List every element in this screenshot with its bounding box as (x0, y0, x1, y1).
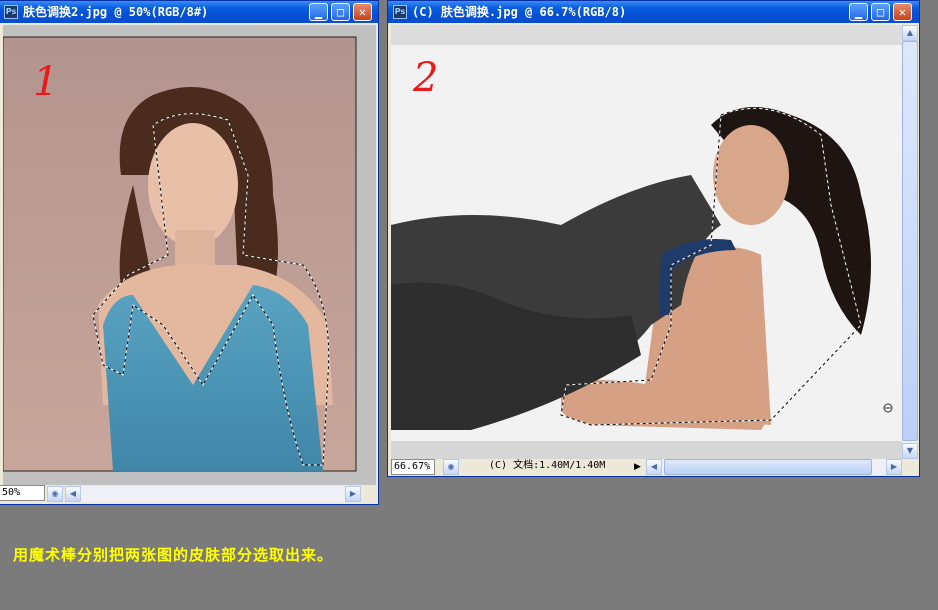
canvas-area-1[interactable]: 1 (3, 25, 376, 485)
maximize-button[interactable]: □ (871, 3, 890, 21)
scroll-left-icon[interactable]: ◀ (65, 486, 81, 502)
photoshop-icon: Ps (393, 5, 407, 19)
photo-1 (3, 36, 357, 472)
document-window-2[interactable]: Ps (C) 肤色调换.jpg @ 66.7%(RGB/8) ▁ □ ✕ 2 ▲… (387, 0, 920, 477)
document-window-1[interactable]: Ps 肤色调换2.jpg @ 50%(RGB/8#) ▁ □ ✕ 1 50% ◉… (0, 0, 379, 505)
status-menu-arrow-icon[interactable]: ▶ (634, 459, 641, 475)
marker-2: 2 (413, 55, 439, 101)
maximize-button[interactable]: □ (331, 3, 350, 21)
status-menu-icon[interactable]: ◉ (47, 486, 63, 502)
window-2-title: (C) 肤色调换.jpg @ 66.7%(RGB/8) (412, 5, 627, 19)
status-bar-2: 66.67% ◉ (C) 文档:1.40M/1.40M ▶ ◀ ▶ (388, 459, 919, 476)
scroll-left-icon[interactable]: ◀ (646, 459, 662, 475)
window-2-titlebar[interactable]: Ps (C) 肤色调换.jpg @ 66.7%(RGB/8) ▁ □ ✕ (388, 1, 919, 23)
scroll-right-icon[interactable]: ▶ (886, 459, 902, 475)
window-1-title: 肤色调换2.jpg @ 50%(RGB/8#) (23, 5, 209, 19)
status-menu-icon[interactable]: ◉ (443, 459, 459, 475)
document-info: (C) 文档:1.40M/1.40M (461, 459, 637, 475)
canvas-area-2[interactable]: 2 (391, 25, 902, 459)
zoom-field-2[interactable]: 66.67% (391, 459, 435, 475)
status-bar-1: 50% ◉ ◀ ▶ (0, 485, 378, 503)
close-button[interactable]: ✕ (893, 3, 912, 21)
scroll-up-icon[interactable]: ▲ (902, 25, 918, 41)
vertical-scroll-thumb[interactable] (902, 41, 918, 441)
scroll-down-icon[interactable]: ▼ (902, 443, 918, 459)
photoshop-icon: Ps (4, 5, 18, 19)
vertical-scrollbar-2[interactable]: ▲ ▼ (902, 25, 918, 459)
close-button[interactable]: ✕ (353, 3, 372, 21)
horizontal-scroll-thumb[interactable] (664, 459, 872, 475)
horizontal-scrollbar-2[interactable]: ◀ ▶ (646, 459, 902, 475)
window-1-titlebar[interactable]: Ps 肤色调换2.jpg @ 50%(RGB/8#) ▁ □ ✕ (0, 1, 378, 23)
marker-1: 1 (33, 59, 59, 105)
minimize-button[interactable]: ▁ (309, 3, 328, 21)
zoom-field-1[interactable]: 50% (0, 485, 45, 501)
horizontal-scrollbar-1[interactable]: ◀ (65, 486, 360, 502)
caption-text: 用魔术棒分别把两张图的皮肤部分选取出来。 (13, 546, 334, 564)
scroll-right-icon[interactable]: ▶ (345, 486, 361, 502)
photo-2 (391, 25, 902, 441)
minimize-button[interactable]: ▁ (849, 3, 868, 21)
